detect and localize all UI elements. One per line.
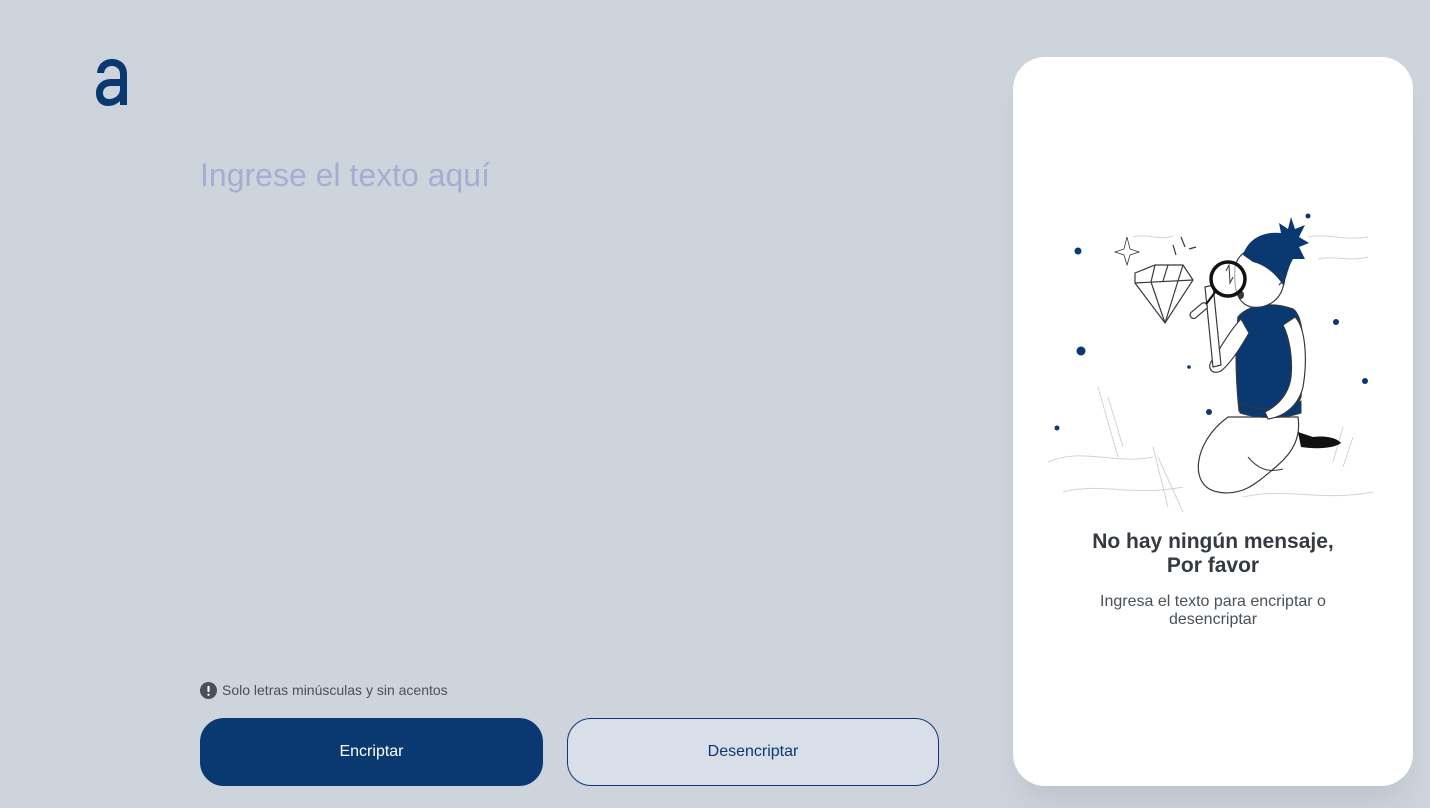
boy-with-magnifying-glass-illustration [1047, 213, 1374, 513]
empty-state-subtitle: Ingresa el texto para encriptar o desenc… [1100, 593, 1326, 628]
encrypt-button[interactable]: Encriptar [200, 718, 543, 786]
hint-text: Solo letras minúsculas y sin acentos [222, 682, 448, 698]
alura-logo-icon [96, 59, 127, 106]
result-panel: No hay ningún mensaje, Por favor Ingresa… [1013, 57, 1413, 786]
empty-state-title: No hay ningún mensaje, Por favor [1013, 530, 1413, 578]
input-hint: Solo letras minúsculas y sin acentos [200, 681, 448, 699]
exclamation-circle-icon [200, 681, 217, 699]
empty-state-title-line1: No hay ningún mensaje, [1092, 530, 1334, 553]
message-input[interactable] [200, 150, 940, 650]
empty-state-title-line2: Por favor [1166, 554, 1260, 577]
decrypt-button[interactable]: Desencriptar [567, 718, 939, 786]
